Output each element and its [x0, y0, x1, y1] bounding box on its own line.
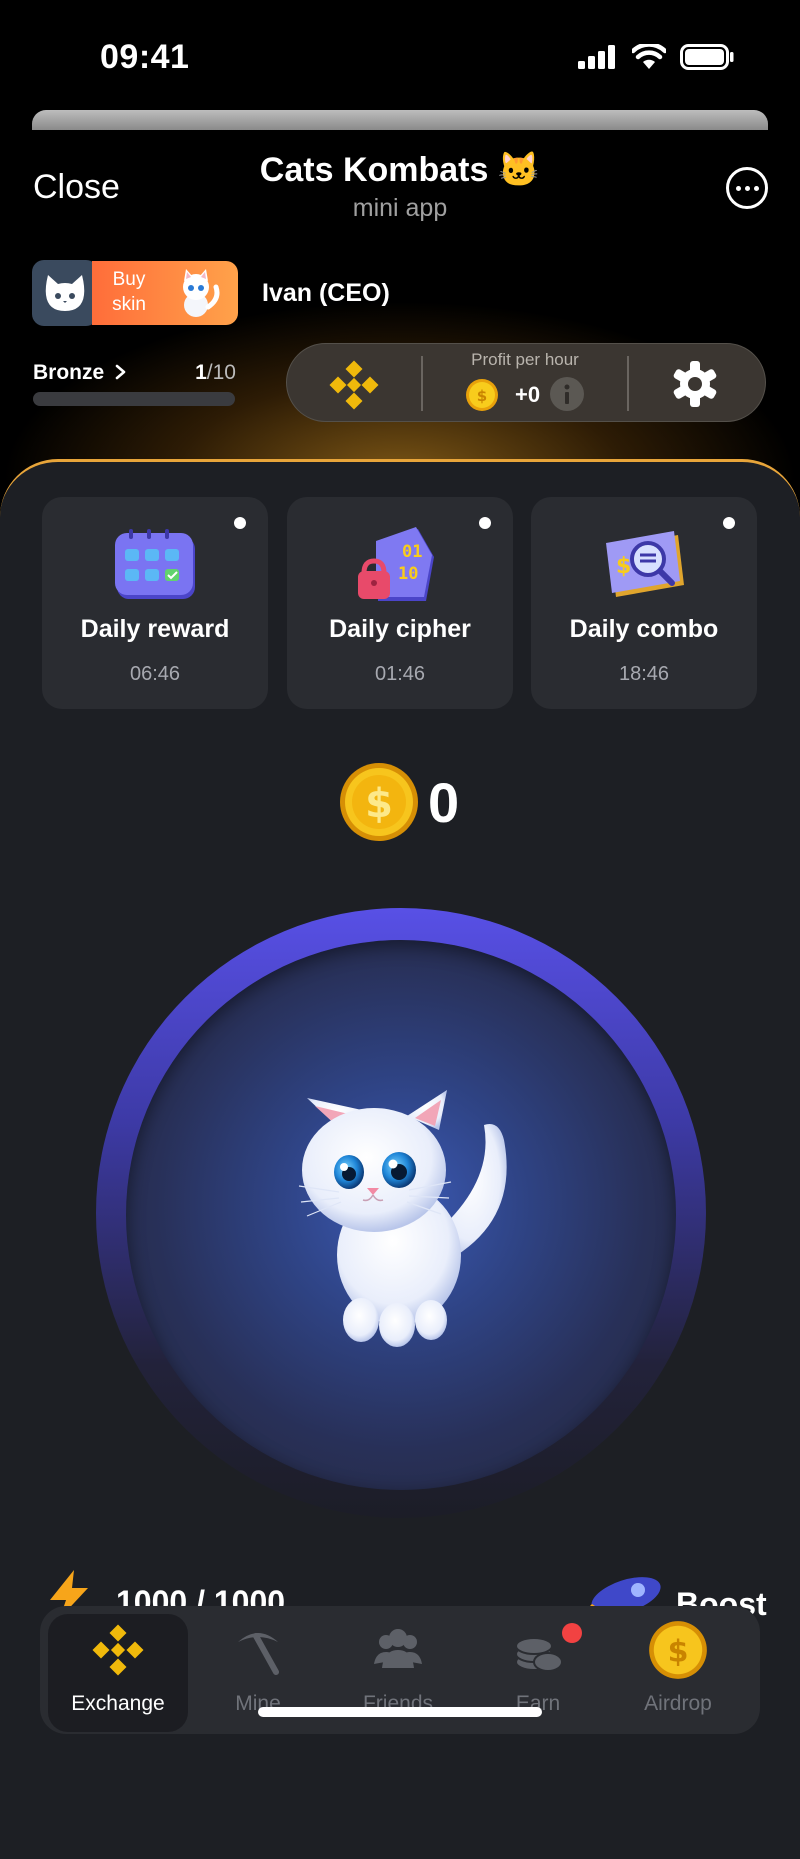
kitten-character-icon [298, 1090, 507, 1347]
status-time: 09:41 [100, 38, 190, 76]
svg-text:$: $ [477, 387, 487, 405]
level-link[interactable]: Bronze [33, 361, 128, 385]
airdrop-coin-icon: $ [649, 1621, 707, 1679]
user-name: Ivan (CEO) [262, 279, 390, 307]
buy-skin-label: Buy skin [112, 269, 146, 315]
card-indicator-dot [723, 517, 735, 529]
cat-face-icon [45, 275, 85, 311]
coin-icon: $ [466, 379, 498, 411]
coin-icon: $ [340, 763, 418, 841]
nav-label: Airdrop [644, 1692, 712, 1715]
card-title: Daily cipher [329, 615, 471, 643]
level-total: /10 [206, 361, 236, 384]
sheet-handle [32, 110, 768, 130]
cipher-lock-icon: 01 10 [358, 527, 434, 601]
svg-text:10: 10 [398, 564, 418, 584]
daily-combo-card[interactable]: $ Daily combo 18:46 [531, 497, 757, 709]
svg-text:$: $ [668, 1635, 689, 1670]
kitten-icon [183, 269, 220, 317]
card-indicator-dot [479, 517, 491, 529]
card-title: Daily combo [569, 615, 719, 643]
card-title: Daily reward [80, 615, 230, 643]
balance-value: 0 [428, 771, 460, 834]
card-timer: 06:46 [129, 663, 181, 685]
nav-label: Exchange [71, 1692, 165, 1715]
home-indicator [258, 1707, 542, 1717]
profit-value: +0 [515, 382, 541, 407]
earn-notification-badge [562, 1623, 582, 1643]
friends-icon [374, 1629, 422, 1668]
avatar[interactable] [32, 260, 98, 326]
nav-airdrop[interactable]: $ Airdrop [608, 1614, 748, 1732]
svg-text:01: 01 [402, 542, 422, 562]
chevron-right-icon [115, 364, 126, 380]
daily-reward-card[interactable]: Daily reward 06:46 [42, 497, 268, 709]
card-indicator-dot [234, 517, 246, 529]
tap-circle[interactable] [126, 940, 676, 1490]
svg-text:$: $ [365, 781, 393, 827]
exchange-logo-icon[interactable] [329, 360, 379, 410]
wifi-icon [632, 44, 666, 69]
more-options-icon[interactable] [726, 167, 768, 209]
card-timer: 18:46 [618, 663, 670, 685]
info-icon[interactable] [550, 377, 584, 411]
nav-exchange[interactable]: Exchange [48, 1614, 188, 1732]
battery-icon [680, 44, 734, 70]
card-timer: 01:46 [374, 663, 426, 685]
level-progress-bar [33, 392, 235, 406]
status-icons [578, 44, 734, 70]
app-subtitle: mini app [352, 194, 448, 222]
buy-skin-button[interactable]: Buy skin [92, 261, 238, 325]
svg-text:$: $ [616, 554, 631, 579]
coins-stack-icon [515, 1637, 563, 1672]
calendar-icon [115, 529, 195, 599]
daily-cipher-card[interactable]: 01 10 Daily cipher 01:46 [287, 497, 513, 709]
settings-gear-icon[interactable] [670, 359, 720, 409]
pickaxe-icon [238, 1633, 279, 1675]
exchange-icon [92, 1624, 144, 1676]
profit-panel: Profit per hour $ +0 [286, 343, 766, 422]
app-title: Cats Kombats 🐱 [259, 151, 541, 189]
combo-search-icon: $ [606, 531, 684, 597]
signal-icon [578, 45, 615, 69]
level-current: 1 [195, 361, 207, 384]
profit-label: Profit per hour [471, 350, 579, 369]
level-count: 1/10 [170, 361, 236, 385]
level-name: Bronze [33, 361, 105, 384]
